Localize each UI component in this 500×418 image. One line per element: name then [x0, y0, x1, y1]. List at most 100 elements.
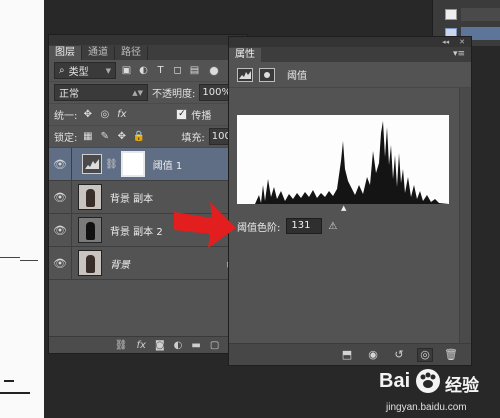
- unify-position-icon[interactable]: ✥: [81, 108, 94, 121]
- divider: [71, 213, 72, 247]
- propagate-label: 传播: [191, 111, 212, 122]
- reset-icon[interactable]: ↺: [391, 348, 407, 362]
- eye-icon[interactable]: 👁: [49, 224, 71, 237]
- threshold-slider-handle[interactable]: ▲: [341, 204, 346, 212]
- layer-name: 背景: [110, 259, 130, 271]
- panel-grip[interactable]: ◂◂ ✕: [229, 37, 471, 47]
- threshold-level-row: 阈值色阶: 131 ⚠: [237, 218, 337, 234]
- paw-logo-icon: [416, 369, 440, 393]
- annotation-arrow: [174, 202, 236, 248]
- mini-row[interactable]: [433, 6, 500, 23]
- properties-header: 阈值: [229, 62, 471, 88]
- threshold-adjustment-icon: [82, 154, 102, 174]
- layer-row-background[interactable]: 👁 背景 🔒: [49, 246, 247, 280]
- lock-position-icon[interactable]: ✥: [115, 130, 128, 143]
- collapse-icon[interactable]: ◂◂: [442, 38, 449, 46]
- canvas-stroke: [20, 260, 38, 261]
- document-canvas[interactable]: [0, 0, 44, 418]
- watermark-brand-suffix: 经验: [445, 376, 479, 395]
- layers-panel: 图层 通道 路径 ⌕ 类型 ▼ ▣ ◐ T ◻ ▤ 正常 ▲▼ 不透明度: 10…: [48, 34, 248, 354]
- threshold-histogram[interactable]: [237, 115, 449, 204]
- tab-layers[interactable]: 图层: [49, 46, 82, 60]
- divider: [71, 180, 72, 214]
- eye-icon[interactable]: 👁: [49, 257, 71, 270]
- layers-panel-footer: ⛓ fx ◙ ◐ ▬ ▢ 🗑: [49, 336, 247, 353]
- chevron-down-icon: ▲▼: [132, 88, 143, 97]
- layers-panel-tabs: 图层 通道 路径: [49, 45, 247, 60]
- mask-icon[interactable]: [259, 67, 275, 82]
- propagate-checkbox[interactable]: ✓: [176, 109, 188, 120]
- mini-bar: [461, 8, 500, 21]
- fill-label: 填充:: [181, 133, 205, 144]
- filter-kind-select[interactable]: ⌕ 类型 ▼: [54, 62, 116, 79]
- tab-channels[interactable]: 通道: [82, 46, 115, 60]
- filter-row: ⌕ 类型 ▼ ▣ ◐ T ◻ ▤: [49, 60, 247, 82]
- blend-mode-value: 正常: [59, 89, 79, 100]
- unify-row: 统一: ✥ ◎ fx ✓ 传播: [49, 104, 247, 126]
- threshold-level-label: 阈值色阶:: [237, 222, 281, 234]
- lock-pixels-icon[interactable]: ✎: [98, 130, 111, 143]
- delete-icon[interactable]: 🗑: [443, 348, 459, 362]
- layer-style-icon[interactable]: fx: [137, 340, 146, 351]
- threshold-level-input[interactable]: 131: [286, 218, 323, 234]
- layer-row-threshold[interactable]: 👁 ⛓ 阈值 1: [49, 147, 247, 181]
- blend-row: 正常 ▲▼ 不透明度: 100%: [49, 82, 247, 104]
- layer-name: 阈值 1: [152, 160, 183, 172]
- close-icon[interactable]: ✕: [459, 38, 465, 46]
- tab-properties[interactable]: 属性: [229, 48, 261, 62]
- tab-paths[interactable]: 路径: [115, 46, 148, 60]
- divider: [71, 246, 72, 280]
- watermark-brand: Bai: [379, 370, 411, 392]
- unify-style-icon[interactable]: fx: [115, 108, 128, 121]
- properties-panel: ◂◂ ✕ 属性 ▾≡ 阈值 ▲ 阈值色阶: 131 ⚠ ⬒ ◉ ↺ ◎ 🗑: [228, 36, 472, 366]
- link-icon[interactable]: ⛓: [105, 159, 118, 170]
- filter-pixel-icon[interactable]: ▣: [120, 64, 133, 77]
- panel-menu-icon[interactable]: ▾≡: [453, 49, 465, 59]
- visibility-eye-icon[interactable]: ◎: [417, 347, 433, 362]
- threshold-glyph: [239, 70, 251, 79]
- blend-mode-select[interactable]: 正常 ▲▼: [54, 84, 148, 101]
- filter-smart-object-icon[interactable]: ▤: [188, 64, 201, 77]
- clip-to-layer-icon[interactable]: ⬒: [339, 348, 355, 362]
- link-layers-icon[interactable]: ⛓: [115, 340, 128, 351]
- search-icon: ⌕: [59, 65, 65, 76]
- filter-adjustment-icon[interactable]: ◐: [137, 64, 150, 77]
- properties-scrollbar[interactable]: [459, 88, 471, 343]
- new-group-icon[interactable]: ▬: [191, 340, 200, 351]
- opacity-value: 100%: [202, 87, 231, 98]
- filter-type-icon[interactable]: T: [154, 64, 167, 77]
- layer-thumbnail: [78, 184, 102, 210]
- eye-icon[interactable]: 👁: [49, 191, 71, 204]
- mini-checkbox[interactable]: [445, 9, 457, 20]
- opacity-input[interactable]: 100%: [199, 84, 231, 101]
- layer-thumbnail: [78, 217, 102, 243]
- properties-tabbar: 属性 ▾≡: [229, 47, 471, 62]
- watermark-url: jingyan.baidu.com: [386, 402, 467, 413]
- opacity-label: 不透明度:: [152, 89, 196, 100]
- lock-all-icon[interactable]: 🔒: [132, 130, 145, 143]
- add-mask-icon[interactable]: ◙: [155, 340, 165, 351]
- filter-toggle[interactable]: [209, 65, 219, 76]
- new-adjustment-icon[interactable]: ◐: [174, 340, 183, 351]
- layer-mask-thumbnail[interactable]: [120, 151, 145, 177]
- new-layer-icon[interactable]: ▢: [210, 340, 219, 351]
- threshold-adjustment-icon[interactable]: [237, 67, 253, 82]
- filter-shape-icon[interactable]: ◻: [171, 64, 184, 77]
- lock-transparency-icon[interactable]: ▦: [81, 130, 94, 143]
- panel-grip[interactable]: [49, 35, 247, 45]
- unify-label: 统一:: [54, 111, 78, 122]
- threshold-glyph: [85, 159, 99, 169]
- layer-name: 背景 副本: [110, 193, 154, 205]
- lock-row: 锁定: ▦ ✎ ✥ 🔒 填充: 100%: [49, 126, 247, 148]
- warning-icon[interactable]: ⚠: [328, 221, 337, 232]
- filter-kind-value: 类型: [68, 67, 89, 78]
- layer-thumbnail: [78, 250, 102, 276]
- divider: [71, 147, 72, 181]
- adjustment-title: 阈值: [287, 71, 307, 82]
- canvas-stroke: [0, 257, 20, 258]
- view-previous-state-icon[interactable]: ◉: [365, 348, 381, 362]
- unify-visibility-icon[interactable]: ◎: [98, 108, 111, 121]
- canvas-stroke: [4, 380, 14, 382]
- lock-label: 锁定:: [54, 133, 78, 144]
- eye-icon[interactable]: 👁: [49, 158, 71, 171]
